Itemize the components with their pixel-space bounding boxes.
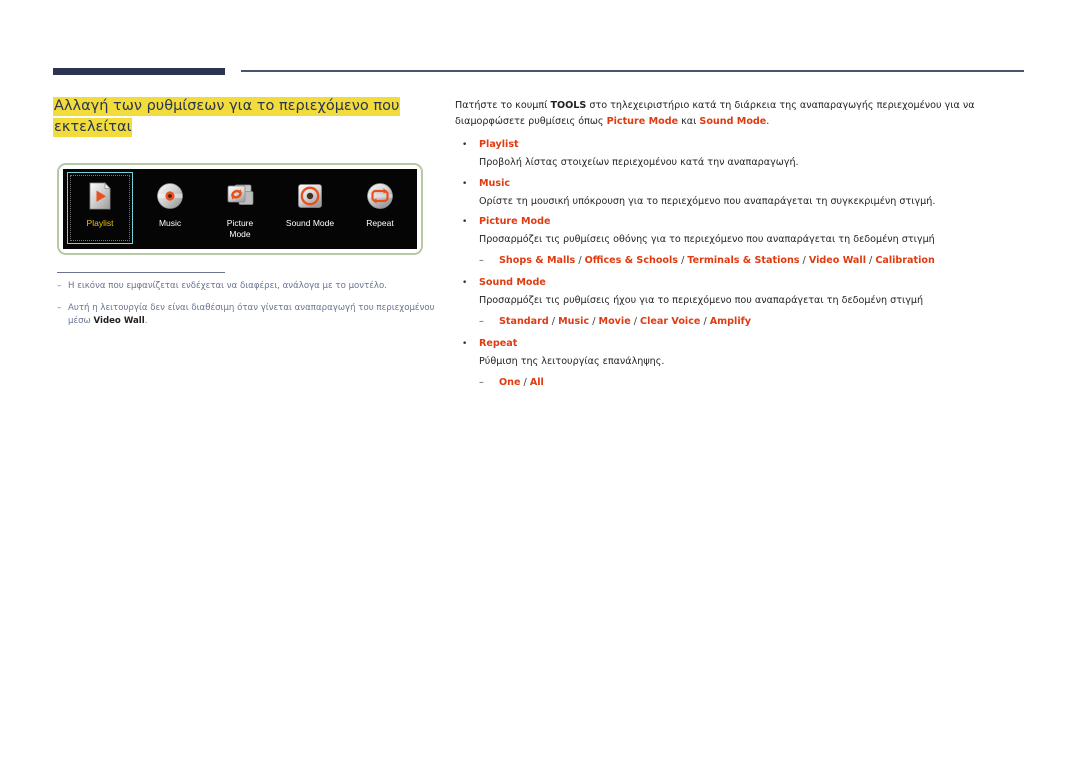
setting-description: Ορίστε τη μουσική υπόκρουση για το περιε… [479, 195, 936, 207]
option-separator: / [700, 315, 710, 327]
page-title-line-1: Αλλαγή των ρυθμίσεων για το περιεχόμενο … [53, 97, 401, 116]
device-tile-label-picture-mode: Picture Mode [226, 218, 254, 239]
option-separator: / [630, 315, 641, 327]
option-term: Music [558, 315, 590, 327]
device-tile-label-music: Music [158, 218, 182, 228]
option-separator: / [548, 315, 559, 327]
option-term: Terminals & Stations [687, 254, 800, 266]
option-separator: / [589, 315, 599, 327]
music-disc-icon [153, 179, 187, 213]
left-column: Αλλαγή των ρυθμίσεων για το περιεχόμενο … [53, 96, 433, 138]
option-term: Calibration [875, 254, 935, 266]
tools-button-term: TOOLS [550, 100, 587, 111]
bullet-marker: • [462, 278, 468, 288]
option-term: Clear Voice [640, 315, 701, 327]
footnote-dash-marker: – [57, 281, 62, 291]
setting-item-music: • Music Ορίστε τη μουσική υπόκρουση για … [455, 176, 1030, 210]
option-separator: / [575, 254, 585, 266]
sound-mode-term: Sound Mode [699, 115, 767, 127]
setting-item-picture-mode: • Picture Mode Προσαρμόζει τις ρυθμίσεις… [455, 214, 1030, 268]
setting-description: Προβολή λίστας στοιχείων περιεχομένου κα… [479, 157, 799, 168]
setting-description: Προσαρμόζει τις ρυθμίσεις ήχου για το πε… [479, 295, 924, 306]
setting-label: Picture Mode [479, 216, 551, 227]
repeat-loop-icon [363, 179, 397, 213]
setting-label: Playlist [479, 139, 519, 150]
footnote-item: – Αυτή η λειτουργία δεν είναι διαθέσιμη … [57, 302, 437, 328]
picture-mode-term: Picture Mode [606, 115, 679, 127]
footnote-dash-marker: – [57, 303, 62, 313]
sub-dash-marker: – [479, 376, 484, 388]
right-column: Πατήστε το κουμπί TOOLS στο τηλεχειριστή… [455, 98, 1030, 397]
device-tile-sound-mode[interactable]: Sound Mode [277, 172, 343, 244]
footnote-list: – Η εικόνα που εμφανίζεται ενδέχεται να … [57, 280, 437, 337]
device-tile-repeat[interactable]: Repeat [347, 172, 413, 244]
setting-options-list: Standard / Music / Movie / Clear Voice /… [499, 314, 1030, 330]
setting-options-list: Shops & Malls / Offices & Schools / Term… [499, 253, 1030, 269]
picture-mode-refresh-icon [223, 179, 257, 213]
setting-label: Music [479, 177, 511, 189]
setting-item-repeat: • Repeat Ρύθμιση της λειτουργίας επανάλη… [455, 336, 1030, 390]
setting-options-row: – Standard / Music / Movie / Clear Voice… [479, 314, 1030, 330]
option-separator: / [865, 254, 876, 266]
option-term: Offices & Schools [584, 254, 679, 266]
footnote-item: – Η εικόνα που εμφανίζεται ενδέχεται να … [57, 280, 437, 293]
option-separator: / [799, 254, 809, 266]
option-term: Standard [499, 315, 549, 327]
setting-label: Sound Mode [479, 277, 546, 288]
footnote-text: Αυτή η λειτουργία δεν είναι διαθέσιμη ότ… [68, 303, 435, 326]
footnote-bold-term: Video Wall [93, 316, 145, 326]
bullet-marker: • [462, 178, 468, 189]
device-tile-playlist[interactable]: Playlist [67, 172, 134, 244]
sub-dash-marker: – [479, 254, 484, 266]
setting-description: Προσαρμόζει τις ρυθμίσεις οθόνης για το … [479, 234, 935, 245]
device-menu-panel: Playlist Music Picture Mode Sound Mode R… [57, 163, 423, 255]
setting-label: Repeat [479, 338, 518, 349]
setting-item-playlist: • Playlist Προβολή λίστας στοιχείων περι… [455, 137, 1030, 171]
setting-options-list: One / All [499, 375, 1030, 391]
device-tile-label-repeat: Repeat [366, 218, 394, 228]
option-term: Shops & Malls [499, 254, 576, 266]
option-separator: / [678, 254, 688, 266]
setting-options-row: – Shops & Malls / Offices & Schools / Te… [479, 253, 1030, 269]
option-term: Movie [598, 315, 631, 327]
page-title: Αλλαγή των ρυθμίσεων για το περιεχόμενο … [53, 96, 405, 138]
setting-header: • Playlist [455, 137, 1030, 153]
device-tile-music[interactable]: Music [137, 172, 203, 244]
bullet-marker: • [462, 339, 468, 349]
option-term: Video Wall [808, 254, 866, 266]
setting-header: • Sound Mode [455, 275, 1030, 291]
setting-header: • Picture Mode [455, 214, 1030, 230]
device-tile-label-sound-mode: Sound Mode [285, 218, 335, 228]
bullet-marker: • [462, 140, 468, 150]
setting-item-sound-mode: • Sound Mode Προσαρμόζει τις ρυθμίσεις ή… [455, 275, 1030, 329]
setting-header: • Repeat [455, 336, 1030, 352]
playlist-file-play-icon [83, 179, 117, 213]
bullet-marker: • [462, 217, 468, 227]
page-title-line-2: εκτελείται [53, 118, 133, 137]
option-term: Amplify [709, 315, 752, 327]
setting-header: • Music [455, 176, 1030, 192]
sound-mode-speaker-icon [293, 179, 327, 213]
sub-dash-marker: – [479, 315, 484, 327]
option-term: All [529, 376, 544, 388]
header-rule-thin [241, 70, 1024, 72]
option-separator: / [520, 376, 530, 388]
header-rule-thick [53, 68, 225, 75]
device-menu-bar: Playlist Music Picture Mode Sound Mode R… [63, 169, 417, 249]
device-tile-picture-mode[interactable]: Picture Mode [207, 172, 273, 244]
option-term: One [499, 376, 521, 388]
setting-description: Ρύθμιση της λειτουργίας επανάληψης. [479, 356, 665, 367]
intro-paragraph: Πατήστε το κουμπί TOOLS στο τηλεχειριστή… [455, 100, 975, 127]
footnote-divider [57, 272, 225, 273]
setting-options-row: – One / All [479, 375, 1030, 391]
device-tile-label-playlist: Playlist [86, 217, 114, 228]
footnote-text: Η εικόνα που εμφανίζεται ενδέχεται να δι… [68, 281, 387, 291]
